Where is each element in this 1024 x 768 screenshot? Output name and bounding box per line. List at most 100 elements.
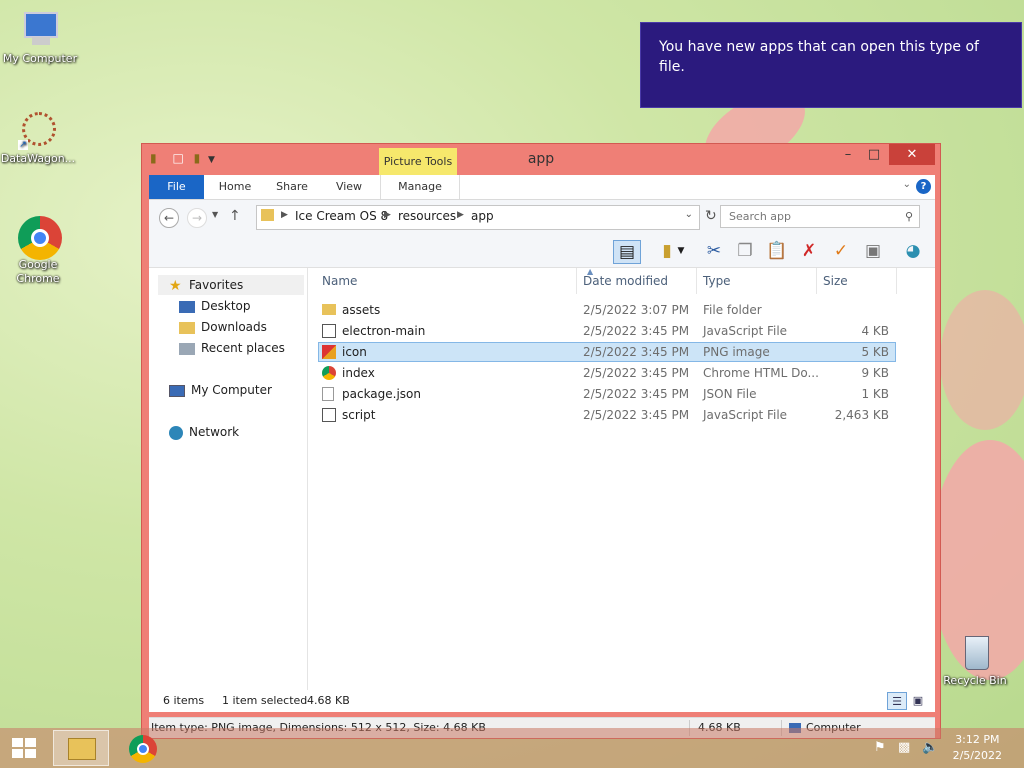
desktop-icon-datawagon[interactable]: ↗ DataWagon... xyxy=(0,110,78,166)
column-header-size[interactable]: Size xyxy=(823,268,893,294)
organize-dropdown-icon[interactable]: ▼ xyxy=(675,240,687,262)
nav-label: Recent places xyxy=(201,341,285,355)
tab-share[interactable]: Share xyxy=(267,175,317,199)
wallpaper-petal xyxy=(940,290,1024,430)
large-icons-view-button[interactable]: ▣ xyxy=(909,692,927,710)
file-size: 2,463 KB xyxy=(834,408,889,422)
nav-item-downloads[interactable]: Downloads xyxy=(179,317,267,337)
nav-label: Desktop xyxy=(201,299,251,313)
taskbar-chrome[interactable] xyxy=(116,730,172,766)
file-row[interactable]: package.json 2/5/2022 3:45 PM JSON File … xyxy=(318,384,896,404)
file-type: PNG image xyxy=(703,345,770,359)
script-file-icon xyxy=(322,408,336,422)
column-divider[interactable] xyxy=(576,268,577,294)
shell-icon[interactable]: ◕ xyxy=(901,240,925,262)
downloads-icon xyxy=(179,321,195,334)
star-icon: ★ xyxy=(169,277,182,294)
column-header-date[interactable]: Date modified xyxy=(583,268,693,294)
nav-item-desktop[interactable]: Desktop xyxy=(179,296,251,316)
breadcrumb-item[interactable]: resources xyxy=(398,209,456,223)
nav-item-network[interactable]: Network xyxy=(169,422,239,442)
rename-icon[interactable]: ✓ xyxy=(829,240,853,262)
tab-view[interactable]: View xyxy=(324,175,374,199)
file-row[interactable]: script 2/5/2022 3:45 PM JavaScript File … xyxy=(318,405,896,425)
clock-time: 3:12 PM xyxy=(955,733,1000,746)
expand-ribbon-icon[interactable]: ⌄ xyxy=(903,179,911,190)
breadcrumb-separator-icon[interactable]: ▶ xyxy=(457,210,464,220)
action-center-icon[interactable]: ⚑ xyxy=(874,740,886,755)
start-button[interactable] xyxy=(0,730,48,766)
up-button[interactable]: ↑ xyxy=(229,208,241,224)
cut-icon[interactable]: ✂ xyxy=(702,240,726,262)
file-row-selected[interactable]: icon 2/5/2022 3:45 PM PNG image 5 KB xyxy=(318,342,896,362)
delete-icon[interactable]: ✗ xyxy=(797,240,821,262)
breadcrumb-separator-icon[interactable]: ▶ xyxy=(281,210,288,220)
refresh-icon[interactable]: ↻ xyxy=(705,208,717,224)
file-type: JavaScript File xyxy=(703,408,788,422)
navigation-pane: ★ Favorites Desktop Downloads Recent plac… xyxy=(149,268,308,710)
selection-size: 4.68 KB xyxy=(307,694,350,707)
copy-icon[interactable]: ❐ xyxy=(733,240,757,262)
breadcrumb-item[interactable]: app xyxy=(471,209,494,223)
column-header-name[interactable]: Name xyxy=(322,268,572,294)
file-date: 2/5/2022 3:45 PM xyxy=(583,387,690,401)
tab-manage[interactable]: Manage xyxy=(380,175,460,199)
file-date: 2/5/2022 3:45 PM xyxy=(583,366,690,380)
help-icon[interactable]: ? xyxy=(916,179,931,194)
forward-button[interactable]: → xyxy=(187,208,207,228)
nav-item-favorites[interactable]: ★ Favorites xyxy=(169,275,243,295)
breadcrumb-separator-icon[interactable]: ▶ xyxy=(384,210,391,220)
minimize-button[interactable]: – xyxy=(835,144,861,165)
recent-locations-icon[interactable]: ▼ xyxy=(212,210,218,219)
taskbar: ⚑ ▩ 🔈 3:12 PM 2/5/2022 xyxy=(0,728,1024,768)
notification-toast[interactable]: You have new apps that can open this typ… xyxy=(640,22,1022,108)
search-input[interactable]: Search app ⚲ xyxy=(720,205,920,228)
file-name: assets xyxy=(342,303,381,317)
maximize-button[interactable]: □ xyxy=(861,144,887,165)
breadcrumb-item[interactable]: Ice Cream OS 8 xyxy=(295,209,388,223)
column-divider[interactable] xyxy=(696,268,697,294)
column-divider[interactable] xyxy=(816,268,817,294)
details-view-button[interactable]: ☰ xyxy=(887,692,907,710)
search-icon[interactable]: ⚲ xyxy=(905,206,913,228)
status-bar: 6 items 1 item selected 4.68 KB ☰ ▣ xyxy=(149,690,935,712)
clock[interactable]: 3:12 PM 2/5/2022 xyxy=(953,732,1002,764)
close-button[interactable]: ✕ xyxy=(889,144,935,165)
file-size: 4 KB xyxy=(861,324,889,338)
file-name: index xyxy=(342,366,375,380)
taskbar-file-explorer[interactable] xyxy=(53,730,109,766)
ribbon-tabs: File Home Share View Manage ⌄ ? xyxy=(149,175,935,200)
paste-icon[interactable]: 📋 xyxy=(765,240,789,262)
selection-count: 1 item selected xyxy=(222,694,308,707)
preview-pane-icon[interactable]: ▤ xyxy=(613,240,641,264)
desktop-icon-google-chrome[interactable]: Google Chrome xyxy=(0,216,78,286)
recycle-bin-icon xyxy=(955,632,995,672)
desktop-icon-recycle-bin[interactable]: Recycle Bin xyxy=(935,632,1015,688)
network-status-icon[interactable]: ▩ xyxy=(898,740,910,755)
nav-label: My Computer xyxy=(191,383,272,397)
column-header-type[interactable]: Type xyxy=(703,268,813,294)
address-dropdown-icon[interactable]: ⌄ xyxy=(685,209,693,220)
nav-item-my-computer[interactable]: My Computer xyxy=(169,380,272,400)
tab-home[interactable]: Home xyxy=(211,175,259,199)
column-divider[interactable] xyxy=(896,268,897,294)
explorer-window: ▮ □ ▮ ▼ Picture Tools app – □ ✕ File Hom… xyxy=(141,143,941,739)
nav-item-recent-places[interactable]: Recent places xyxy=(179,338,285,358)
desktop-icon-my-computer[interactable]: My Computer xyxy=(0,10,80,66)
address-input[interactable]: ▶ Ice Cream OS 8 ▶ resources ▶ app ⌄ xyxy=(256,205,700,230)
file-row[interactable]: assets 2/5/2022 3:07 PM File folder xyxy=(318,300,896,320)
file-type: Chrome HTML Do... xyxy=(703,366,819,380)
volume-muted-icon[interactable]: 🔈 xyxy=(922,740,938,755)
folder-icon xyxy=(322,304,336,315)
window-title: app xyxy=(527,151,555,167)
title-bar[interactable]: ▮ □ ▮ ▼ Picture Tools app – □ ✕ xyxy=(142,144,940,175)
file-name: electron-main xyxy=(342,324,426,338)
blank-file-icon xyxy=(322,387,334,401)
back-button[interactable]: ← xyxy=(159,208,179,228)
file-name: script xyxy=(342,408,376,422)
properties-icon[interactable]: ▣ xyxy=(861,240,885,262)
tab-file[interactable]: File xyxy=(149,175,204,199)
file-row[interactable]: electron-main 2/5/2022 3:45 PM JavaScrip… xyxy=(318,321,896,341)
file-row[interactable]: index 2/5/2022 3:45 PM Chrome HTML Do...… xyxy=(318,363,896,383)
file-size: 5 KB xyxy=(861,345,889,359)
